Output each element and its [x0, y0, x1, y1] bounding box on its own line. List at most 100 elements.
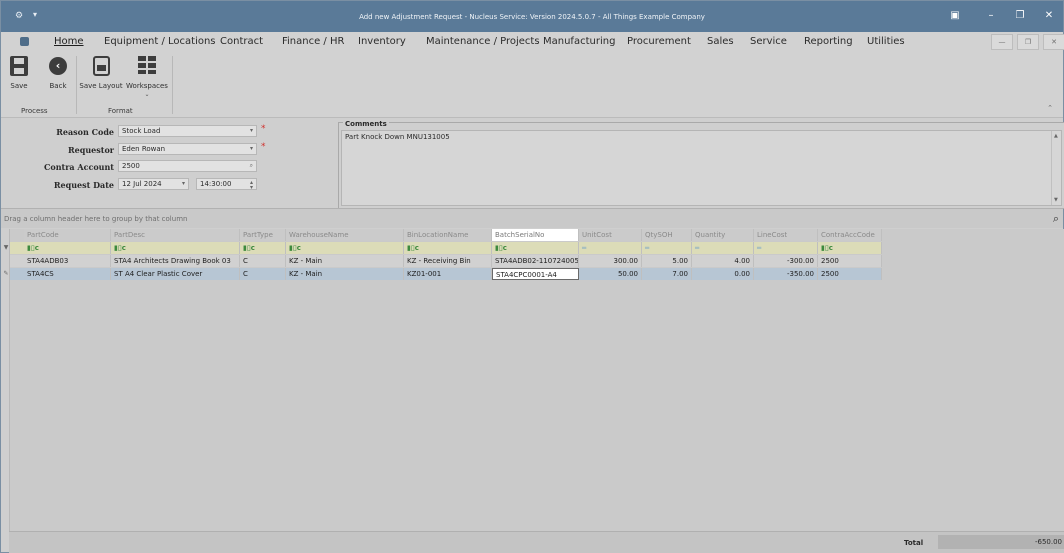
cell-contraacccode[interactable]: 2500 [818, 268, 882, 280]
menu-inventory[interactable]: Inventory [358, 36, 406, 47]
mdi-restore-button[interactable]: ❐ [1017, 34, 1039, 50]
spin-icon[interactable]: ▴ ▾ [250, 180, 253, 190]
filter-cell[interactable]: ▮▯c [404, 242, 492, 254]
column-header-partcode[interactable]: PartCode [24, 229, 111, 241]
cell-binlocationname[interactable]: KZ - Receiving Bin [404, 255, 492, 267]
scroll-up-icon[interactable]: ▲ [1054, 133, 1058, 139]
cell-batchserialno[interactable]: STA4ADB02-110724005 [492, 255, 579, 267]
filter-cell[interactable]: ▮▯c [240, 242, 286, 254]
restore-button[interactable]: ❐ [1011, 10, 1029, 21]
menu-service[interactable]: Service [750, 36, 787, 47]
cell-warehousename[interactable]: KZ - Main [286, 255, 404, 267]
cell-binlocationname[interactable]: KZ01-001 [404, 268, 492, 280]
menu-procurement[interactable]: Procurement [627, 36, 691, 47]
cell-unitcost[interactable]: 300.00 [579, 255, 642, 267]
cell-linecost[interactable]: -300.00 [754, 255, 818, 267]
mdi-close-button[interactable]: ✕ [1043, 34, 1064, 50]
filter-cell[interactable]: ▮▯c [111, 242, 240, 254]
filter-cell[interactable]: ═ [754, 242, 818, 254]
column-header-qtysoh[interactable]: QtySOH [642, 229, 692, 241]
column-header-partdesc[interactable]: PartDesc [111, 229, 240, 241]
column-header-warehousename[interactable]: WarehouseName [286, 229, 404, 241]
scroll-down-icon[interactable]: ▼ [1054, 197, 1058, 203]
contra-account-field[interactable]: 2500 ⌕ [118, 160, 257, 172]
cell-qtysoh[interactable]: 5.00 [642, 255, 692, 267]
table-row[interactable]: ✎ STA4CS ST A4 Clear Plastic Cover C KZ … [3, 268, 882, 280]
request-date-picker[interactable]: 12 Jul 2024 ▾ [118, 178, 189, 190]
menu-bar: Home Equipment / Locations Contract Fina… [1, 32, 1064, 52]
collapse-ribbon-icon[interactable]: ⌃ [1047, 104, 1053, 112]
filter-cell[interactable]: ▮▯c [492, 242, 579, 254]
request-time-spinner[interactable]: 14:30:00 ▴ ▾ [196, 178, 257, 190]
requestor-label: Requestor [68, 145, 114, 155]
search-icon[interactable]: ⌕ [1053, 212, 1059, 226]
menu-reporting[interactable]: Reporting [804, 36, 853, 47]
cell-unitcost[interactable]: 50.00 [579, 268, 642, 280]
required-indicator: * [261, 124, 266, 134]
ribbon: Save ‹ Back Save Layout Workspaces ⌄ Pro… [1, 52, 1063, 118]
back-button[interactable]: ‹ Back [47, 57, 69, 90]
column-header-linecost[interactable]: LineCost [754, 229, 818, 241]
requestor-select[interactable]: Eden Rowan ▾ [118, 143, 257, 155]
menu-finance-hr[interactable]: Finance / HR [282, 36, 344, 47]
cell-parttype[interactable]: C [240, 255, 286, 267]
save-button[interactable]: Save [8, 56, 30, 90]
column-header-unitcost[interactable]: UnitCost [579, 229, 642, 241]
reason-code-select[interactable]: Stock Load ▾ [118, 125, 257, 137]
cell-partdesc[interactable]: STA4 Architects Drawing Book 03 [111, 255, 240, 267]
minimize-button[interactable]: – [982, 10, 1000, 21]
window-title: Add new Adjustment Request - Nucleus Ser… [359, 13, 705, 21]
menu-manufacturing[interactable]: Manufacturing [543, 36, 615, 47]
filter-cell[interactable]: ▮▯c [818, 242, 882, 254]
comments-scrollbar[interactable]: ▲ ▼ [1051, 131, 1061, 205]
group-by-panel[interactable]: Drag a column header here to group by th… [1, 208, 1063, 228]
filter-cell[interactable]: ═ [692, 242, 754, 254]
layout-icon[interactable]: ▣ [946, 10, 964, 21]
column-header-parttype[interactable]: PartType [240, 229, 286, 241]
mdi-minimize-button[interactable]: — [991, 34, 1013, 50]
table-row[interactable]: STA4ADB03 STA4 Architects Drawing Book 0… [10, 255, 882, 267]
total-value: -650.00 [938, 535, 1064, 549]
ribbon-separator [172, 56, 173, 114]
cell-qtysoh[interactable]: 7.00 [642, 268, 692, 280]
menu-maintenance-projects[interactable]: Maintenance / Projects [426, 36, 540, 47]
search-icon[interactable]: ⌕ [250, 161, 253, 171]
title-bar: ⚙ ▾ Add new Adjustment Request - Nucleus… [1, 1, 1063, 32]
column-header-contraacccode[interactable]: ContraAccCode [818, 229, 882, 241]
menu-sales[interactable]: Sales [707, 36, 734, 47]
filter-cell[interactable]: ▮▯c [286, 242, 404, 254]
cell-quantity[interactable]: 4.00 [692, 255, 754, 267]
cell-parttype[interactable]: C [240, 268, 286, 280]
ribbon-group-format: Format [108, 107, 133, 115]
filter-cell[interactable]: ▮▯c [24, 242, 111, 254]
cell-linecost[interactable]: -350.00 [754, 268, 818, 280]
filter-cell[interactable]: ═ [642, 242, 692, 254]
menu-equipment-locations[interactable]: Equipment / Locations [104, 36, 216, 47]
contra-account-label: Contra Account [43, 162, 114, 172]
cell-quantity[interactable]: 0.00 [692, 268, 754, 280]
workspaces-button[interactable]: Workspaces ⌄ [125, 56, 169, 98]
menu-contract[interactable]: Contract [220, 36, 263, 47]
column-header-binlocationname[interactable]: BinLocationName [404, 229, 492, 241]
ribbon-group-process: Process [21, 107, 48, 115]
edit-row-icon: ✎ [3, 270, 9, 277]
close-button[interactable]: ✕ [1040, 10, 1058, 21]
cell-batchserialno-editor[interactable]: STA4CPC0001-A4 [492, 268, 579, 280]
cell-contraacccode[interactable]: 2500 [818, 255, 882, 267]
cell-partcode[interactable]: STA4CS [24, 268, 111, 280]
required-indicator: * [261, 142, 266, 152]
chevron-down-icon: ▾ [181, 180, 185, 187]
menu-home[interactable]: Home [54, 36, 84, 47]
comments-group: Comments Part Knock Down MNU131005 ▲ ▼ [338, 120, 1064, 209]
filter-cell[interactable]: ═ [579, 242, 642, 254]
column-header-quantity[interactable]: Quantity [692, 229, 754, 241]
cell-partdesc[interactable]: ST A4 Clear Plastic Cover [111, 268, 240, 280]
home-app-icon[interactable] [20, 37, 29, 46]
column-header-batchserialno[interactable]: BatchSerialNo [492, 229, 579, 241]
layout-save-icon [92, 56, 110, 76]
cell-warehousename[interactable]: KZ - Main [286, 268, 404, 280]
save-layout-button[interactable]: Save Layout [78, 56, 124, 90]
menu-utilities[interactable]: Utilities [867, 36, 905, 47]
comments-textarea[interactable]: Part Knock Down MNU131005 ▲ ▼ [341, 130, 1062, 206]
cell-partcode[interactable]: STA4ADB03 [24, 255, 111, 267]
